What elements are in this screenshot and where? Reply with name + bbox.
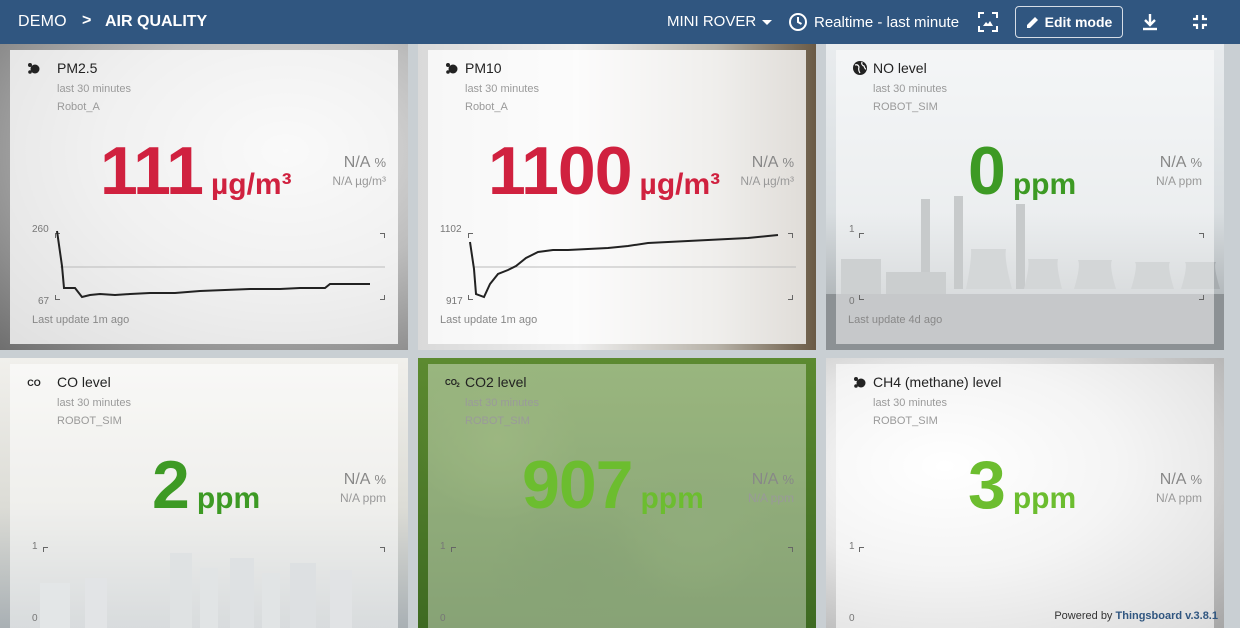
last-update: Last update 1m ago	[32, 314, 130, 326]
widget-period: last 30 minutes	[873, 397, 947, 409]
svg-text:2: 2	[456, 383, 460, 389]
breadcrumb-separator: >	[82, 12, 92, 29]
widget-title: CO level	[57, 374, 111, 390]
widget-source: ROBOT_SIM	[57, 415, 122, 427]
value-unit: ppm	[196, 482, 261, 515]
edit-mode-label: Edit mode	[1044, 14, 1113, 30]
change-value: N/A	[751, 471, 779, 488]
change-percent: N/A%	[1160, 471, 1202, 489]
axis-max-label: 1	[849, 541, 855, 552]
change-value: N/A	[1159, 154, 1187, 171]
change-percent: N/A%	[344, 471, 386, 489]
widget-value: 0 ppm	[968, 137, 1076, 205]
entity-selector-label: MINI ROVER	[667, 13, 757, 30]
chart-corner	[1199, 295, 1204, 300]
change-absolute: N/A ppm	[339, 491, 386, 505]
widget-value: 2 ppm	[152, 451, 260, 519]
axis-min-label: 0	[849, 296, 855, 307]
widget-value: 907 ppm	[522, 451, 704, 519]
sparkline	[56, 230, 370, 299]
breadcrumb-root[interactable]: DEMO	[18, 13, 67, 31]
change-unit: %	[1190, 472, 1202, 487]
entity-selector[interactable]: MINI ROVER	[667, 13, 773, 30]
widget-source: ROBOT_SIM	[873, 101, 938, 113]
widget-title: NO level	[873, 60, 927, 76]
change-unit: %	[374, 472, 386, 487]
sparkline	[469, 234, 779, 299]
widget-co-level: CO CO level last 30 minutes ROBOT_SIM 2 …	[0, 358, 408, 628]
clock-icon	[789, 13, 807, 31]
widget-period: last 30 minutes	[873, 83, 947, 95]
chart-corner	[859, 295, 864, 300]
value-number: 907	[522, 447, 633, 523]
widget-source: ROBOT_SIM	[465, 415, 530, 427]
value-unit: ppm	[1012, 168, 1077, 201]
molecule-icon	[854, 377, 866, 388]
dashboard-image-icon	[978, 12, 998, 32]
value-number: 0	[968, 133, 1006, 209]
axis-max-label: 1	[32, 541, 38, 552]
thingsboard-link[interactable]: Thingsboard v.3.8.1	[1116, 610, 1219, 622]
chart-corner	[859, 233, 864, 238]
edit-mode-button[interactable]: Edit mode	[1015, 6, 1123, 38]
powered-by-prefix: Powered by	[1054, 610, 1113, 622]
change-absolute: N/A ppm	[1155, 174, 1202, 188]
breadcrumb-current: AIR QUALITY	[105, 13, 208, 30]
chart-corner	[43, 547, 48, 552]
axis-max-label: 1	[849, 224, 855, 235]
chart-corner	[380, 547, 385, 552]
dashboard-image-button[interactable]	[976, 10, 1000, 34]
svg-text:CO: CO	[27, 378, 41, 388]
chevron-down-icon	[762, 20, 773, 25]
change-absolute: N/A ppm	[747, 491, 794, 505]
download-button[interactable]	[1138, 10, 1162, 34]
chart-corner	[859, 547, 864, 552]
widget-period: last 30 minutes	[465, 397, 539, 409]
widget-period: last 30 minutes	[57, 397, 131, 409]
value-number: 2	[152, 447, 190, 523]
axis-max-label: 1	[440, 541, 446, 552]
timewindow-button[interactable]: Realtime - last minute	[788, 12, 959, 32]
chart-corner	[788, 547, 793, 552]
timewindow-label: Realtime - last minute	[814, 13, 960, 31]
change-unit: %	[1190, 155, 1202, 170]
change-percent: N/A%	[1160, 154, 1202, 172]
widget-pm25: PM2.5 last 30 minutes Robot_A 111 µg/m³ …	[0, 44, 408, 350]
axis-min-label: 0	[440, 613, 446, 624]
widget-title: CH4 (methane) level	[873, 374, 1002, 390]
change-unit: %	[782, 472, 794, 487]
sparkline-chart	[469, 234, 796, 299]
value-number: 3	[968, 447, 1006, 523]
last-update: Last update 4d ago	[848, 314, 943, 326]
change-absolute: N/A ppm	[1155, 491, 1202, 505]
widget-title: CO2 level	[465, 374, 527, 390]
widget-value: 3 ppm	[968, 451, 1076, 519]
pencil-icon	[1026, 17, 1038, 28]
change-percent: N/A%	[752, 471, 794, 489]
value-unit: ppm	[1012, 482, 1077, 515]
svg-text:CO: CO	[445, 378, 457, 387]
axis-min-label: 0	[849, 613, 855, 624]
widget-no-level: NO level last 30 minutes ROBOT_SIM 0 ppm…	[826, 44, 1224, 350]
widget-pm10: PM10 last 30 minutes Robot_A 1100 µg/m³ …	[418, 44, 816, 350]
fullscreen-exit-button[interactable]	[1188, 10, 1212, 34]
chart-corner	[451, 547, 456, 552]
widget-ch4-level: CH4 (methane) level last 30 minutes ROBO…	[826, 358, 1224, 628]
widget-source: ROBOT_SIM	[873, 415, 938, 427]
chart-corner	[1199, 233, 1204, 238]
top-toolbar: DEMO > AIR QUALITY MINI ROVER Realtime -…	[0, 0, 1240, 44]
change-value: N/A	[343, 471, 371, 488]
co-icon: CO	[27, 378, 41, 388]
last-update: Last update 1m ago	[440, 314, 538, 326]
value-unit: ppm	[640, 482, 704, 515]
powered-by-footer: Powered by Thingsboard v.3.8.1	[1054, 610, 1218, 622]
download-icon	[1143, 14, 1157, 31]
change-value: N/A	[1159, 471, 1187, 488]
widget-co2-level: CO 2 CO2 level last 30 minutes ROBOT_SIM…	[418, 358, 816, 628]
axis-min-label: 0	[32, 613, 38, 624]
co2-icon: CO 2	[445, 378, 460, 389]
fullscreen-exit-icon	[1193, 15, 1207, 29]
sparkline-chart	[56, 230, 385, 299]
globe-icon	[853, 61, 867, 75]
